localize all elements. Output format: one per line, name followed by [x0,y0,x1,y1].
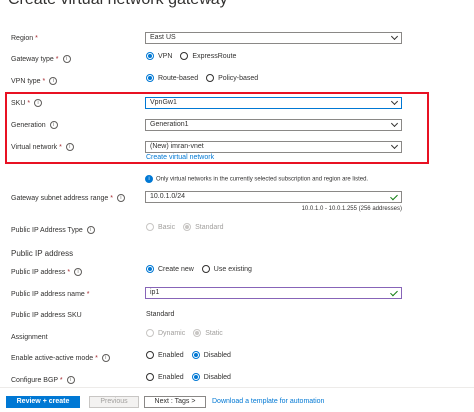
virtual-network-label: Virtual network * i [11,143,74,152]
more-icon[interactable]: ··· [202,0,212,6]
public-ip-sku-label: Public IP address SKU [11,312,82,319]
gateway-subnet-label: Gateway subnet address range * i [11,194,125,203]
checkmark-icon [390,192,398,201]
info-icon: i [62,55,71,64]
create-virtual-network-link[interactable]: Create virtual network [146,154,214,161]
info-icon: i [49,77,58,86]
bgp-label: Configure BGP * i [11,376,75,385]
radio-selected-disabled-icon [193,329,202,337]
radio-disabled-icon [146,329,154,337]
bgp-enabled-option[interactable]: Enabled [146,373,184,381]
review-create-button[interactable]: Review + create [6,396,80,408]
vnet-notice: i Only virtual networks in the currently … [145,175,368,183]
active-active-radio-group: Enabled Disabled [146,351,239,359]
bgp-radio-group: Enabled Disabled [146,373,239,381]
region-label: Region * [11,35,38,42]
public-ip-name-input[interactable]: ip1 [145,287,402,299]
assignment-static-option: Static [193,329,223,337]
public-ip-use-existing-option[interactable]: Use existing [201,265,252,273]
vpn-type-label: VPN type * i [11,77,58,86]
previous-button: Previous [89,396,139,408]
public-ip-type-standard-option: Standard [183,223,224,231]
public-ip-name-label: Public IP address name * [11,291,90,298]
info-icon: i [49,121,58,130]
active-active-disabled-option[interactable]: Disabled [191,351,231,359]
virtual-network-select[interactable]: (New) imran-vnet [145,141,402,153]
gateway-type-label: Gateway type * i [11,55,71,64]
generation-select[interactable]: Generation1 [145,119,402,131]
public-ip-sku-value: Standard [146,311,175,318]
bgp-disabled-option[interactable]: Disabled [191,373,231,381]
radio-selected-icon[interactable] [191,373,200,381]
radio-icon[interactable] [146,351,154,359]
region-value: East US [150,34,176,41]
active-active-enabled-option[interactable]: Enabled [146,351,184,359]
next-tags-button[interactable]: Next : Tags > [144,396,206,408]
info-icon: i [65,143,74,152]
gateway-subnet-input[interactable]: 10.0.1.0/24 [145,191,402,203]
chevron-down-icon [390,97,399,106]
public-ip-section-heading: Public IP address [11,249,74,258]
radio-selected-icon[interactable] [146,52,154,60]
info-icon: i [86,226,95,235]
info-icon: i [101,354,110,363]
public-ip-create-new-option[interactable]: Create new [146,265,194,273]
gateway-subnet-hint: 10.0.1.0 - 10.0.1.255 (256 addresses) [301,206,402,212]
info-filled-icon: i [145,175,153,183]
chevron-down-icon [390,32,399,41]
gateway-subnet-value: 10.0.1.0/24 [150,193,186,200]
radio-selected-disabled-icon [183,223,192,231]
gateway-type-expressroute-option[interactable]: ExpressRoute [180,52,236,60]
generation-label: Generation i [11,121,58,130]
active-active-label: Enable active-active mode * i [11,354,110,363]
radio-disabled-icon [146,223,154,231]
virtual-network-value: (New) imran-vnet [150,143,204,150]
gateway-type-radio-group: VPN ExpressRoute [146,52,244,60]
chevron-down-icon [390,119,399,128]
chevron-down-icon [390,141,399,150]
radio-icon[interactable] [201,265,210,273]
page-title: Create virtual network gateway [8,0,228,9]
assignment-dynamic-option: Dynamic [146,329,185,337]
radio-selected-icon[interactable] [191,351,200,359]
sku-label: SKU * i [11,99,43,108]
vpn-type-radio-group: Route-based Policy-based [146,74,266,82]
info-icon: i [116,194,125,203]
generation-value: Generation1 [150,121,189,128]
assignment-label: Assignment [11,334,48,341]
footer-divider [0,387,474,388]
sku-value: VpnGw1 [150,99,177,106]
radio-icon[interactable] [180,52,189,60]
public-ip-radio-group: Create new Use existing [146,265,260,273]
public-ip-label: Public IP address * i [11,268,83,277]
checkmark-icon [390,288,398,297]
info-icon: i [34,99,43,108]
vpn-type-route-based-option[interactable]: Route-based [146,74,198,82]
public-ip-type-basic-option: Basic [146,223,175,231]
region-select[interactable]: East US [145,32,402,44]
assignment-radio-group: Dynamic Static [146,329,231,337]
public-ip-type-radio-group: Basic Standard [146,223,232,231]
info-icon: i [74,268,83,277]
radio-selected-icon[interactable] [146,265,154,273]
public-ip-type-label: Public IP Address Type i [11,226,95,235]
radio-icon[interactable] [206,74,215,82]
radio-selected-icon[interactable] [146,74,154,82]
download-template-link[interactable]: Download a template for automation [212,398,324,405]
public-ip-name-value: ip1 [150,289,160,296]
vpn-type-policy-based-option[interactable]: Policy-based [206,74,258,82]
radio-icon[interactable] [146,373,154,381]
gateway-type-vpn-option[interactable]: VPN [146,52,172,60]
info-icon: i [66,376,75,385]
sku-select[interactable]: VpnGw1 [145,97,402,109]
